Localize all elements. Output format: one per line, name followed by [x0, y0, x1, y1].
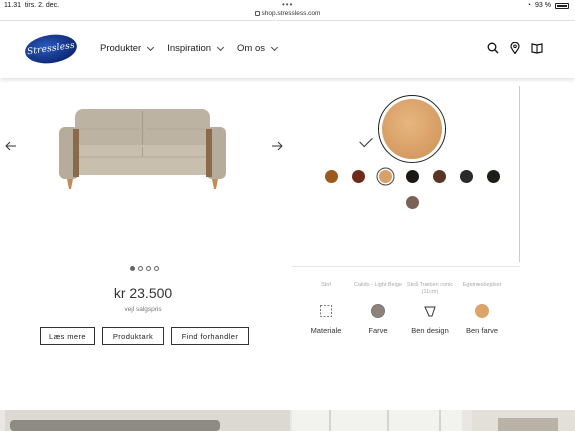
battery-percent: 93 % — [535, 2, 551, 9]
status-time: 11.31 tirs. 2. dec. — [4, 2, 60, 9]
checkmark-icon — [359, 133, 373, 148]
color-swatch[interactable] — [325, 170, 338, 183]
search-icon[interactable] — [487, 42, 499, 54]
sofa-image[interactable] — [55, 105, 230, 193]
color-swatch[interactable] — [487, 170, 500, 183]
catalog-icon[interactable] — [531, 42, 543, 54]
color-swatch[interactable] — [406, 196, 419, 209]
url-bar[interactable]: shop.stressless.com — [0, 10, 575, 17]
color-swatch[interactable] — [352, 170, 365, 183]
fabric-color-swatch — [371, 304, 385, 318]
divider — [519, 86, 520, 262]
wifi-icon: ◔ — [526, 2, 532, 9]
find-dealer-button[interactable]: Find forhandler — [171, 327, 249, 345]
chevron-down-icon — [147, 43, 155, 51]
location-icon[interactable] — [509, 42, 521, 54]
multitask-dots[interactable]: ••• — [282, 0, 293, 9]
carousel-dot[interactable] — [138, 266, 143, 271]
site-header: Stressless Produkter Inspiration Om os — [0, 20, 575, 78]
carousel-dots — [130, 266, 159, 271]
lock-icon — [254, 10, 260, 16]
chevron-down-icon — [270, 43, 279, 51]
color-swatch-selected[interactable] — [379, 170, 392, 183]
price-note: vejl salgspris — [124, 306, 162, 313]
sofa-illustration — [59, 109, 226, 189]
fabric-icon — [320, 305, 332, 317]
arrow-right-icon[interactable] — [271, 140, 283, 152]
color-swatch[interactable] — [406, 170, 419, 183]
option-leg-design[interactable]: Skrå Træben conic (11cm) Ben design — [400, 282, 460, 335]
carousel-dot[interactable] — [146, 266, 151, 271]
option-color[interactable]: Calido - Light Beige Farve — [348, 282, 408, 335]
carousel-dot[interactable] — [154, 266, 159, 271]
nav-produkter[interactable]: Produkter — [100, 43, 155, 54]
stressless-logo[interactable]: Stressless — [23, 31, 79, 67]
nav-inspiration[interactable]: Inspiration — [167, 43, 225, 54]
carousel-dot[interactable] — [130, 266, 135, 271]
read-more-button[interactable]: Læs mere — [40, 327, 95, 345]
chevron-down-icon — [216, 43, 225, 51]
selected-color-preview — [378, 95, 446, 163]
product-price: kr 23.500 — [113, 285, 173, 301]
status-bar: 11.31 tirs. 2. dec. ••• shop.stressless.… — [0, 0, 575, 20]
option-material[interactable]: Stof Materiale — [296, 282, 356, 335]
battery-icon — [555, 2, 569, 9]
color-swatch[interactable] — [460, 170, 473, 183]
product-sheet-button[interactable]: Produktark — [102, 327, 164, 345]
leg-icon — [424, 306, 436, 317]
main-nav: Produkter Inspiration Om os — [100, 43, 279, 54]
nav-om-os[interactable]: Om os — [237, 43, 279, 54]
arrow-left-icon[interactable] — [5, 140, 17, 152]
lifestyle-image — [0, 410, 575, 431]
divider — [292, 266, 520, 267]
option-leg-color[interactable]: Egetræsbejdset Ben farve — [452, 282, 512, 335]
color-swatch[interactable] — [433, 170, 446, 183]
leg-color-swatch — [475, 304, 489, 318]
